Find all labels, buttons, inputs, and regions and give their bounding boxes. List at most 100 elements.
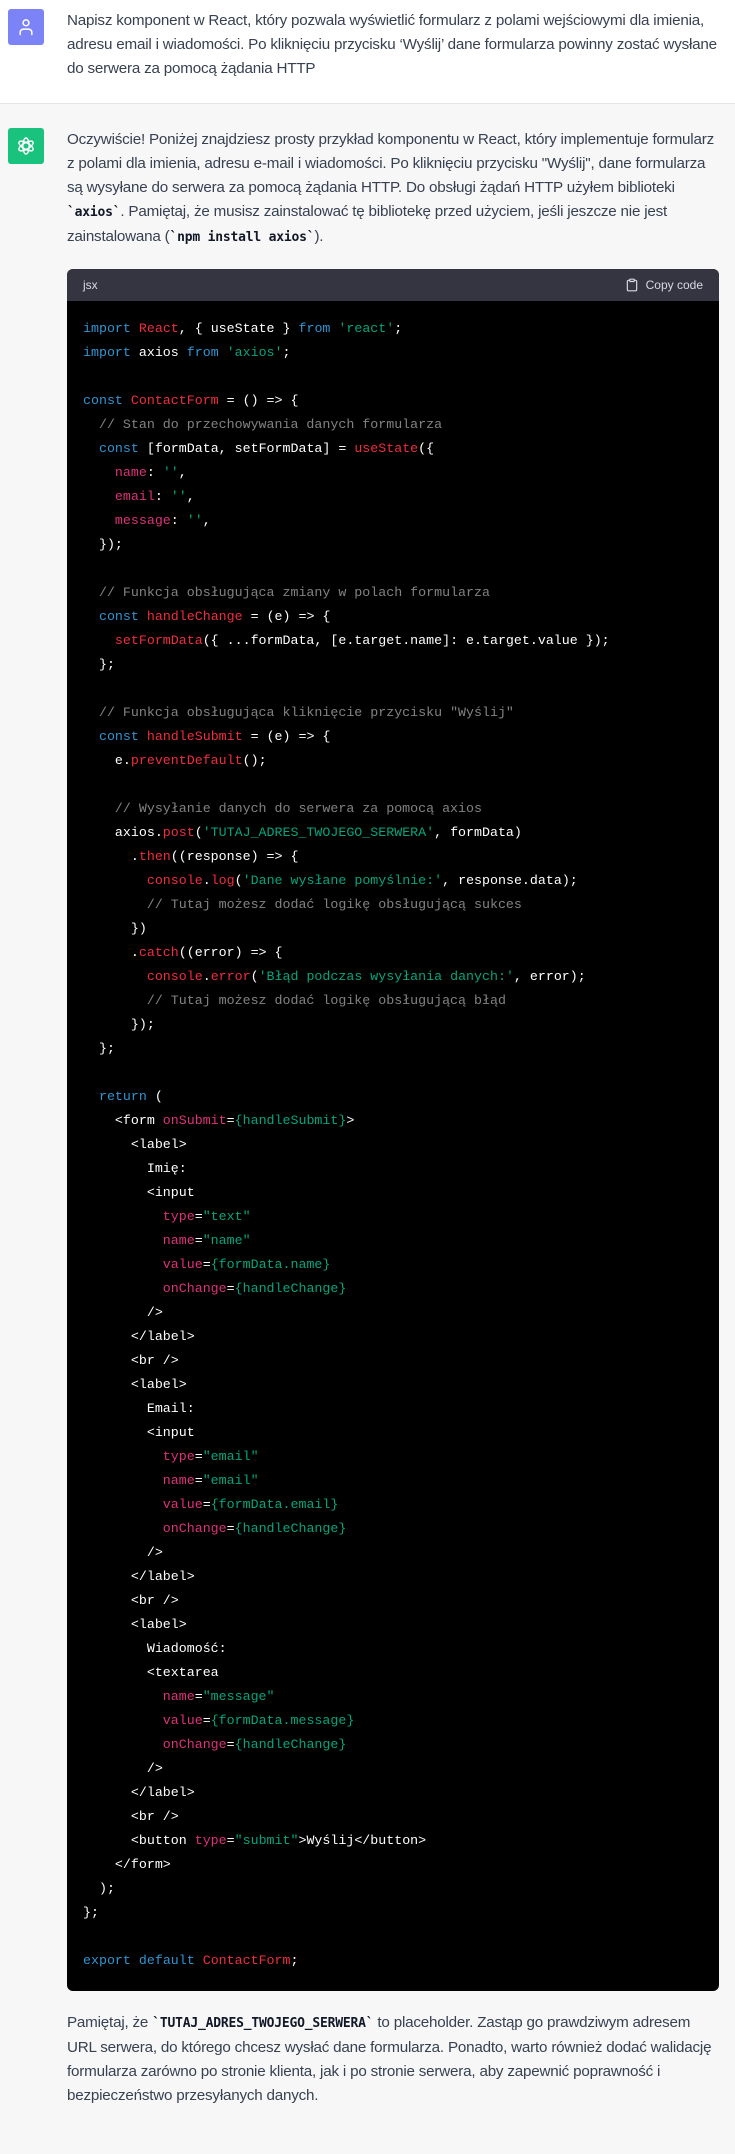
code-line: console.log('Dane wysłane pomyślnie:', r… [83, 869, 703, 893]
code-token: = [226, 1833, 235, 1848]
code-line: // Funkcja obsługująca kliknięcie przyci… [83, 701, 703, 725]
code-token: 'Dane wysłane pomyślnie:' [242, 873, 443, 888]
code-token: "email" [202, 1473, 259, 1488]
code-token: = [194, 1689, 203, 1704]
code-token: e. [83, 753, 131, 768]
code-token: , [202, 513, 211, 528]
code-token: preventDefault [130, 753, 243, 768]
outro-text-part: Pamiętaj, że [67, 2014, 153, 2031]
code-token: /> [83, 1545, 163, 1560]
code-line: const handleSubmit = (e) => { [83, 725, 703, 749]
code-token: = [194, 1449, 203, 1464]
code-token: {handleChange} [234, 1521, 347, 1536]
code-token: }; [83, 1905, 99, 1920]
code-token: {handleChange} [234, 1281, 347, 1296]
code-line: name="message" [83, 1685, 703, 1709]
code-token: from [186, 345, 219, 360]
code-line: import axios from 'axios'; [83, 341, 703, 365]
code-line: // Wysyłanie danych do serwera za pomocą… [83, 797, 703, 821]
code-token: "email" [202, 1449, 259, 1464]
assistant-outro-text: Pamiętaj, że `TUTAJ_ADRES_TWOJEGO_SERWER… [67, 2011, 721, 2108]
code-token: <input [83, 1185, 195, 1200]
code-line: <label> [83, 1373, 703, 1397]
code-line: value={formData.name} [83, 1253, 703, 1277]
code-token: = () => { [218, 393, 299, 408]
code-token: <input [83, 1425, 195, 1440]
code-token: const [83, 393, 123, 408]
code-line: </label> [83, 1565, 703, 1589]
code-token: /> [83, 1761, 163, 1776]
code-token: value [162, 1713, 203, 1728]
code-token: default [138, 1953, 195, 1968]
code-token: return [98, 1089, 147, 1104]
code-token: ((error) => { [178, 945, 283, 960]
code-line: // Tutaj możesz dodać logikę obsługującą… [83, 989, 703, 1013]
code-line: value={formData.message} [83, 1709, 703, 1733]
code-token: . [202, 969, 211, 984]
code-token: console [146, 873, 203, 888]
code-token: value [162, 1497, 203, 1512]
code-token: Wiadomość: [83, 1641, 227, 1656]
code-body: import React, { useState } from 'react';… [67, 301, 719, 1991]
code-token: = [194, 1473, 203, 1488]
user-icon [19, 19, 33, 36]
code-token: , { useState } [178, 321, 299, 336]
copy-code-button[interactable]: Copy code [625, 278, 703, 292]
code-token: const [98, 441, 139, 456]
code-token: {formData.email} [210, 1497, 339, 1512]
code-token: value [162, 1257, 203, 1272]
code-line: Wiadomość: [83, 1637, 703, 1661]
code-token: "name" [202, 1233, 251, 1248]
code-token: = [202, 1497, 211, 1512]
assistant-message: Oczywiście! Poniżej znajdziesz prosty pr… [0, 104, 735, 2128]
code-token: useState [354, 441, 419, 456]
code-token: = (e) => { [242, 729, 331, 744]
code-token: ; [394, 321, 403, 336]
code-line: return ( [83, 1085, 703, 1109]
code-token: ; [290, 1953, 299, 1968]
code-token: console [146, 969, 203, 984]
code-token: {formData.message} [210, 1713, 355, 1728]
code-token: {handleChange} [234, 1737, 347, 1752]
code-line: const handleChange = (e) => { [83, 605, 703, 629]
code-token: (); [242, 753, 267, 768]
code-token: , [178, 465, 187, 480]
code-line: type="text" [83, 1205, 703, 1229]
code-line: }; [83, 1037, 703, 1061]
code-token: >Wyślij</button> [298, 1833, 427, 1848]
code-token: <label> [83, 1137, 187, 1152]
code-token: <textarea [83, 1665, 219, 1680]
code-token: // Tutaj możesz dodać logikę obsługującą… [146, 993, 506, 1008]
code-line: }); [83, 1013, 703, 1037]
code-line: name: '', [83, 461, 703, 485]
code-token: type [162, 1209, 195, 1224]
code-token: ); [83, 1881, 115, 1896]
code-content: import React, { useState } from 'react';… [83, 317, 703, 1973]
code-token: email [114, 489, 155, 504]
inline-code-placeholder: `TUTAJ_ADRES_TWOJEGO_SERWERA` [152, 2016, 374, 2031]
code-line: axios.post('TUTAJ_ADRES_TWOJEGO_SERWERA'… [83, 821, 703, 845]
code-token: = [194, 1233, 203, 1248]
code-token: </label> [83, 1785, 195, 1800]
inline-code-npm-install: `npm install axios` [169, 230, 315, 245]
code-token: post [162, 825, 195, 840]
code-token: log [210, 873, 235, 888]
code-token: name [162, 1473, 195, 1488]
code-token: = [202, 1713, 211, 1728]
code-token: ( [146, 1089, 163, 1104]
code-token: // Stan do przechowywania danych formula… [98, 417, 443, 432]
code-token: onSubmit [162, 1113, 227, 1128]
code-token: ContactForm [202, 1953, 291, 1968]
